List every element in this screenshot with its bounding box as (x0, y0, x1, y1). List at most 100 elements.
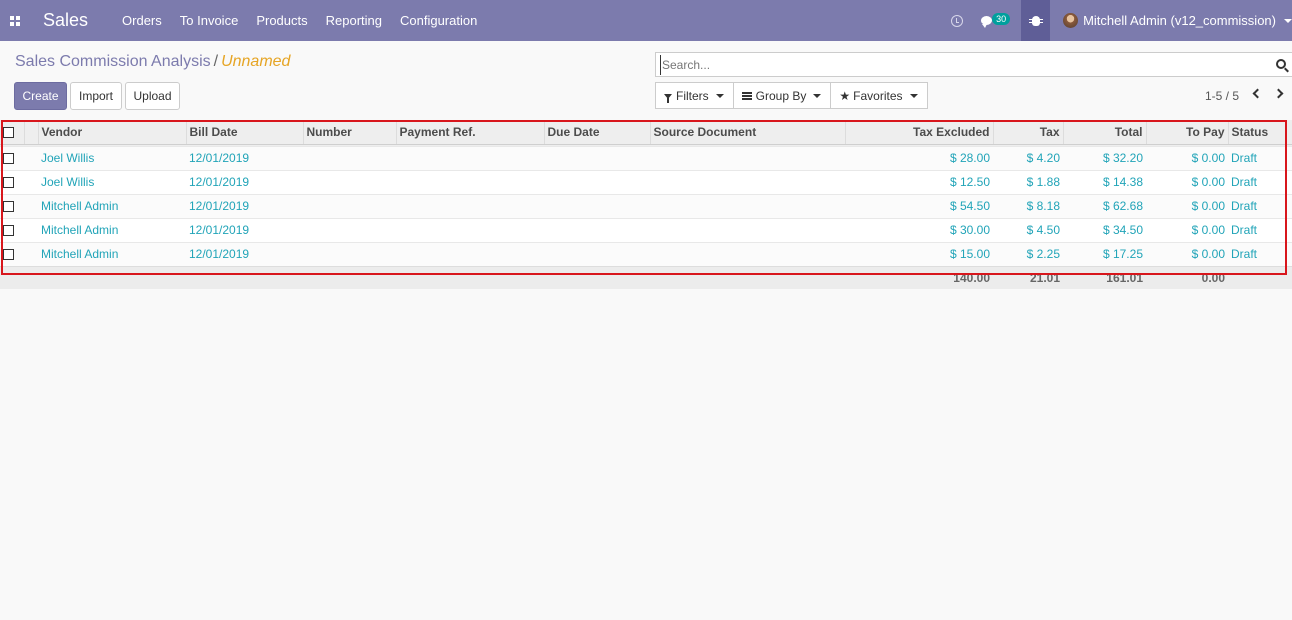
cell-bill-date[interactable]: 12/01/2019 (186, 145, 303, 170)
filters-button[interactable]: Filters (655, 82, 734, 109)
column-payment-ref[interactable]: Payment Ref. (395, 120, 544, 145)
cell-status[interactable]: Draft (1228, 145, 1292, 170)
group-by-button[interactable]: Group By (732, 82, 832, 109)
cell-to-pay[interactable]: $ 0.00 (1146, 241, 1228, 266)
cell-number[interactable] (303, 193, 396, 218)
cell-due-date[interactable] (544, 193, 650, 218)
cell-vendor[interactable]: Mitchell Admin (38, 193, 186, 218)
app-name[interactable]: Sales (43, 10, 88, 31)
cell-tax[interactable]: $ 2.25 (993, 241, 1063, 266)
cell-vendor[interactable]: Joel Willis (38, 145, 186, 170)
cell-source-document[interactable] (650, 241, 845, 266)
cell-source-document[interactable] (650, 145, 845, 170)
cell-to-pay[interactable]: $ 0.00 (1146, 217, 1228, 242)
pager-previous-icon[interactable] (1252, 88, 1263, 99)
menu-item-to-invoice[interactable]: To Invoice (180, 13, 239, 28)
cell-to-pay[interactable]: $ 0.00 (1146, 169, 1228, 194)
cell-tax-excluded[interactable]: $ 12.50 (845, 169, 993, 194)
column-vendor[interactable]: Vendor (37, 120, 186, 145)
cell-status[interactable]: Draft (1228, 193, 1292, 218)
column-bill-date[interactable]: Bill Date (185, 120, 303, 145)
row-checkbox[interactable] (3, 153, 14, 165)
column-to-pay[interactable]: To Pay (1145, 120, 1228, 145)
cell-tax[interactable]: $ 1.88 (993, 169, 1063, 194)
pager-next-icon[interactable] (1273, 88, 1284, 99)
breadcrumb-parent[interactable]: Sales Commission Analysis (15, 53, 211, 70)
select-all-checkbox[interactable] (3, 127, 14, 139)
column-source-document[interactable]: Source Document (649, 120, 845, 145)
debug-menu[interactable] (1021, 0, 1051, 41)
activity-clock-icon[interactable] (951, 14, 964, 27)
apps-menu-icon[interactable] (0, 0, 30, 41)
menu-item-products[interactable]: Products (256, 13, 307, 28)
pager-value[interactable]: 1-5 / 5 (1205, 89, 1239, 103)
create-button[interactable]: Create (14, 82, 67, 110)
cell-tax-excluded[interactable]: $ 54.50 (845, 193, 993, 218)
column-tax-excluded[interactable]: Tax Excluded (844, 120, 993, 145)
cell-due-date[interactable] (544, 169, 650, 194)
table-row[interactable]: Mitchell Admin 12/01/2019 $ 15.00 $ 2.25… (0, 241, 1292, 266)
cell-source-document[interactable] (650, 169, 845, 194)
cell-due-date[interactable] (544, 145, 650, 170)
cell-total[interactable]: $ 32.20 (1063, 145, 1146, 170)
cell-to-pay[interactable]: $ 0.00 (1146, 145, 1228, 170)
cell-vendor[interactable]: Mitchell Admin (38, 241, 186, 266)
cell-number[interactable] (303, 217, 396, 242)
table-row[interactable]: Mitchell Admin 12/01/2019 $ 54.50 $ 8.18… (0, 193, 1292, 218)
avatar[interactable] (1063, 13, 1079, 28)
cell-to-pay[interactable]: $ 0.00 (1146, 193, 1228, 218)
column-tax[interactable]: Tax (992, 120, 1063, 145)
cell-bill-date[interactable]: 12/01/2019 (186, 193, 303, 218)
cell-source-document[interactable] (650, 193, 845, 218)
cell-total[interactable]: $ 17.25 (1063, 241, 1146, 266)
menu-item-configuration[interactable]: Configuration (400, 13, 477, 28)
menu-item-orders[interactable]: Orders (122, 13, 162, 28)
cell-total[interactable]: $ 34.50 (1063, 217, 1146, 242)
column-status[interactable]: Status (1227, 120, 1292, 145)
cell-total[interactable]: $ 14.38 (1063, 169, 1146, 194)
chevron-down-icon[interactable] (1284, 18, 1292, 23)
cell-due-date[interactable] (544, 241, 650, 266)
cell-source-document[interactable] (650, 217, 845, 242)
cell-vendor[interactable]: Joel Willis (38, 169, 186, 194)
cell-tax-excluded[interactable]: $ 28.00 (845, 145, 993, 170)
cell-tax[interactable]: $ 8.18 (993, 193, 1063, 218)
table-row[interactable]: Joel Willis 12/01/2019 $ 28.00 $ 4.20 $ … (0, 145, 1292, 170)
table-row[interactable]: Mitchell Admin 12/01/2019 $ 30.00 $ 4.50… (0, 217, 1292, 242)
cell-number[interactable] (303, 145, 396, 170)
cell-due-date[interactable] (544, 217, 650, 242)
cell-number[interactable] (303, 241, 396, 266)
cell-total[interactable]: $ 62.68 (1063, 193, 1146, 218)
row-checkbox[interactable] (3, 249, 14, 261)
row-checkbox[interactable] (3, 225, 14, 237)
row-checkbox[interactable] (3, 201, 14, 213)
cell-tax-excluded[interactable]: $ 30.00 (845, 217, 993, 242)
cell-bill-date[interactable]: 12/01/2019 (186, 241, 303, 266)
cell-payment-ref[interactable] (396, 145, 544, 170)
search-input[interactable] (660, 54, 1260, 75)
cell-number[interactable] (303, 169, 396, 194)
import-button[interactable]: Import (70, 82, 122, 110)
cell-vendor[interactable]: Mitchell Admin (38, 217, 186, 242)
cell-bill-date[interactable]: 12/01/2019 (186, 217, 303, 242)
favorites-button[interactable]: ★ Favorites (830, 82, 928, 109)
column-total[interactable]: Total (1062, 120, 1146, 145)
menu-item-reporting[interactable]: Reporting (326, 13, 382, 28)
column-number[interactable]: Number (302, 120, 396, 145)
cell-payment-ref[interactable] (396, 169, 544, 194)
cell-status[interactable]: Draft (1228, 169, 1292, 194)
search-icon[interactable] (1276, 59, 1286, 69)
row-checkbox[interactable] (3, 177, 14, 189)
column-due-date[interactable]: Due Date (543, 120, 650, 145)
cell-status[interactable]: Draft (1228, 241, 1292, 266)
messaging-menu[interactable]: 30 (981, 11, 1011, 31)
user-menu[interactable]: Mitchell Admin (v12_commission) (1083, 13, 1276, 28)
table-row[interactable]: Joel Willis 12/01/2019 $ 12.50 $ 1.88 $ … (0, 169, 1292, 194)
upload-button[interactable]: Upload (125, 82, 180, 110)
cell-payment-ref[interactable] (396, 217, 544, 242)
cell-bill-date[interactable]: 12/01/2019 (186, 169, 303, 194)
cell-tax-excluded[interactable]: $ 15.00 (845, 241, 993, 266)
cell-payment-ref[interactable] (396, 193, 544, 218)
cell-status[interactable]: Draft (1228, 217, 1292, 242)
cell-tax[interactable]: $ 4.20 (993, 145, 1063, 170)
